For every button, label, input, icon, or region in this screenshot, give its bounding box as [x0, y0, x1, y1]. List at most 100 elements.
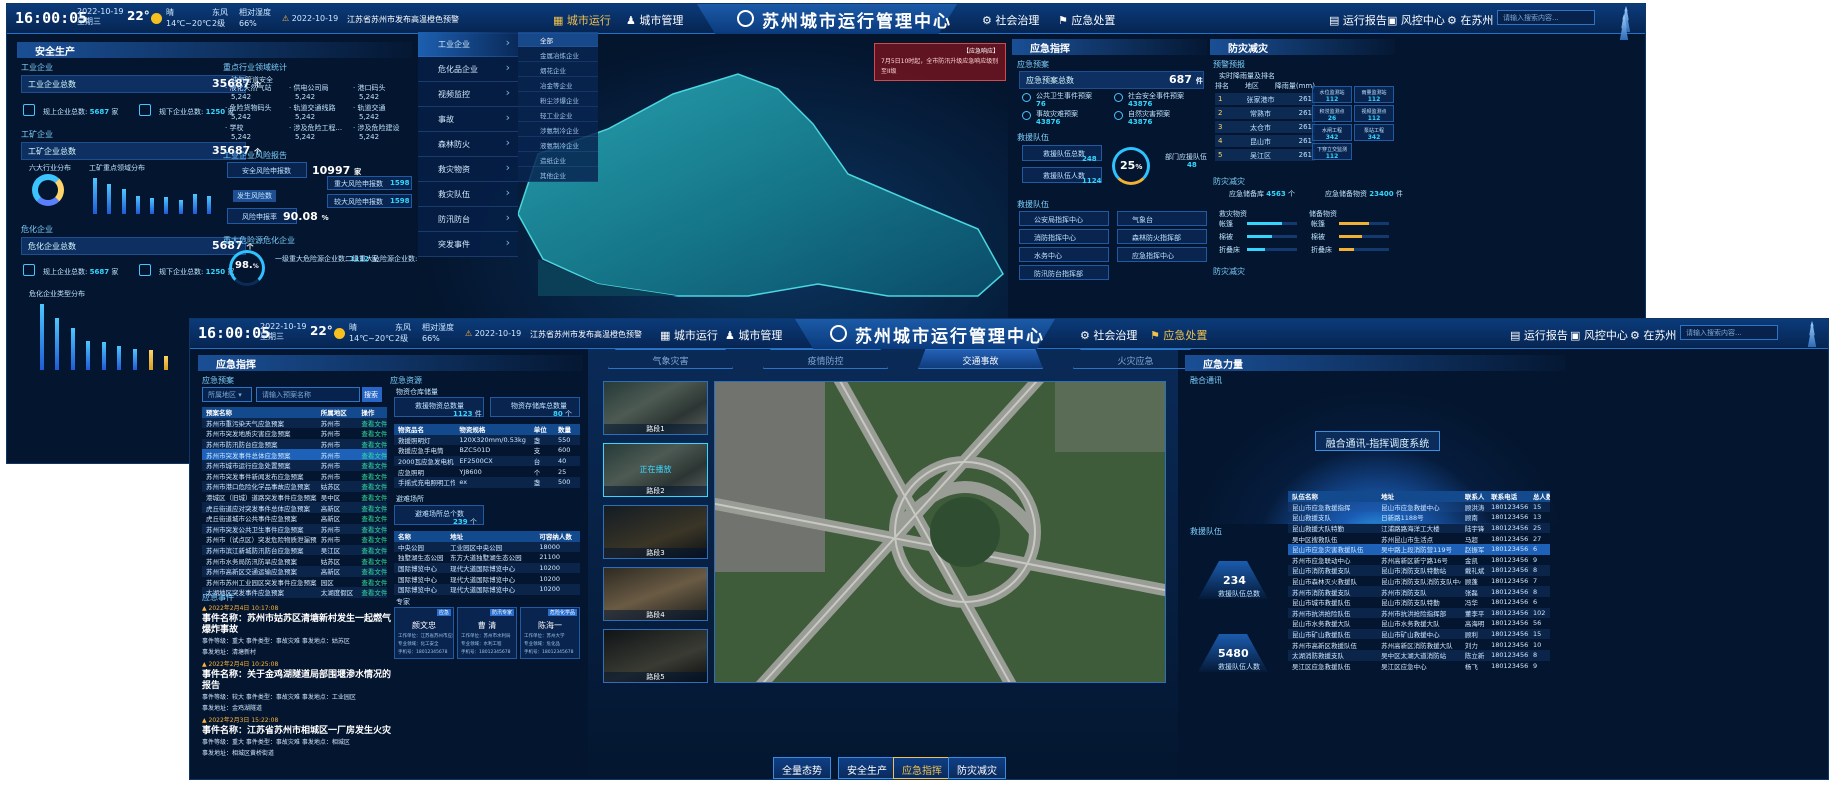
search-input[interactable]: 请输入搜索内容...: [1680, 325, 1778, 340]
force-item[interactable]: 消防指挥中心: [1019, 229, 1109, 244]
submenu-item[interactable]: 轻工业企业: [518, 107, 598, 122]
table-row[interactable]: 苏州市突发地质灾害应急预案 苏州市 查看文件: [202, 428, 387, 439]
menu-item-hazchem[interactable]: 危化品企业: [418, 57, 518, 82]
table-row[interactable]: 虎丘街道城市公共事件应急预案 高新区 查看文件: [202, 513, 387, 524]
table-row[interactable]: 苏州市防汛防台应急预案 苏州市 查看文件: [202, 438, 387, 450]
bottom-tab-safety[interactable]: 安全生产: [838, 757, 896, 779]
view-link[interactable]: 查看文件: [357, 428, 387, 438]
view-link[interactable]: 查看文件: [357, 439, 387, 449]
view-link[interactable]: 查看文件: [357, 450, 387, 460]
view-link[interactable]: 查看文件: [357, 513, 387, 523]
table-row[interactable]: 苏州市突发事件新闻发布应急预案 苏州市 查看文件: [202, 471, 387, 482]
event-item[interactable]: ▲ 2022年2月3日 15:22:08 事件名称：江苏省苏州市相城区一厂房发生火…: [202, 715, 392, 759]
submenu-item[interactable]: 全部: [518, 32, 598, 47]
table-row[interactable]: 2000瓦应急发电机 EF2500CX 台 40: [394, 455, 580, 467]
view-link[interactable]: 查看文件: [357, 566, 387, 576]
table-row[interactable]: 独墅湖生态公园 东方大道独墅湖生态公园 21100: [394, 552, 580, 563]
menu-item-accident[interactable]: 事故: [418, 107, 518, 132]
menu-item-forest-fire[interactable]: 森林防火: [418, 132, 518, 157]
nav-social-governance[interactable]: ⚙ 社会治理: [982, 12, 1039, 28]
table-row[interactable]: 苏州市（试点区）突发危险物质泄漏预案 苏州市 查看文件: [202, 534, 387, 545]
tab-weather[interactable]: 气象灾害: [608, 349, 733, 369]
area-select[interactable]: 所属地区 ▾: [202, 387, 252, 402]
table-row[interactable]: 苏州市水务局防汛防旱应急预案 姑苏区 查看文件: [202, 555, 387, 566]
camera-thumb-3[interactable]: 路段3: [603, 505, 708, 559]
table-row[interactable]: 中央公园 工业园区中央公园 18000: [394, 541, 580, 553]
table-row[interactable]: 昆山市森林灭火救援队 昆山市消防支队消防支队中心顾蓬 18012345678 7: [1288, 576, 1550, 587]
tab-traffic[interactable]: 交通事故: [918, 349, 1043, 369]
force-item[interactable]: 森林防火指挥部: [1117, 229, 1207, 244]
view-link[interactable]: 查看文件: [357, 481, 387, 491]
view-link[interactable]: 查看文件: [357, 524, 387, 534]
table-row[interactable]: 苏州市抗洪抢险队伍 苏州市抗洪抢险指挥部 董李平 18012345678 102: [1288, 607, 1550, 619]
nav-risk[interactable]: ▣ 风控中心: [1570, 327, 1628, 343]
view-link[interactable]: 查看文件: [357, 577, 387, 587]
view-link[interactable]: 查看文件: [357, 418, 387, 428]
plan-search-input[interactable]: 请输入预案名称: [256, 387, 360, 402]
location[interactable]: ⚙ 在苏州: [1630, 327, 1676, 343]
table-row[interactable]: 苏州市港口危险化学品事故应急预案 姑苏区 查看文件: [202, 481, 387, 492]
table-row[interactable]: 应急照明 YJ8600 个 25: [394, 466, 580, 477]
table-row[interactable]: 太湖消防救援支队 吴中区太湖大道消防站 陈立新 18012345678 8: [1288, 649, 1550, 661]
camera-thumb-2[interactable]: 正在播放 路段2: [603, 443, 708, 497]
table-row[interactable]: 昆山市城市救援队伍 昆山市消防支队特勤 冯华 18012345678 6: [1288, 597, 1550, 608]
table-row[interactable]: 苏州市应急联动中心 苏州高新区新宁路16号 金凯 18012345678 9: [1288, 555, 1550, 566]
bottom-tab-overview[interactable]: 全量态势: [773, 757, 831, 779]
view-link[interactable]: 查看文件: [357, 503, 387, 513]
force-item[interactable]: 气象台: [1117, 211, 1207, 226]
nav-city-management[interactable]: ♟ 城市管理: [725, 327, 782, 343]
search-input[interactable]: 请输入搜索内容...: [1497, 10, 1595, 25]
submenu-item[interactable]: 粉尘涉爆企业: [518, 92, 598, 107]
table-row[interactable]: 吴江区应急救援队伍 吴江区应急中心 杨飞 18012345678 9: [1288, 661, 1550, 672]
table-row[interactable]: 昆山市矿山救援队伍 昆山市矿山救援中心 顾利 18012345678 15: [1288, 628, 1550, 640]
monitor-tile[interactable]: 泵站工程 342: [1354, 124, 1394, 141]
view-link[interactable]: 查看文件: [357, 556, 387, 566]
nav-report[interactable]: ▤ 运行报告: [1329, 12, 1387, 28]
plan-search-button[interactable]: 搜索: [362, 387, 382, 402]
monitor-tile[interactable]: 水位监测站 112: [1312, 86, 1352, 103]
table-row[interactable]: 虎丘街道应对突发事件总体应急预案 高新区 查看文件: [202, 502, 387, 513]
tab-epidemic[interactable]: 疫情防控: [763, 349, 888, 369]
bottom-tab-command[interactable]: 应急指挥: [893, 757, 951, 779]
nav-city-operation[interactable]: ▦ 城市运行: [660, 327, 718, 343]
view-link[interactable]: 查看文件: [357, 492, 387, 502]
table-row[interactable]: 昆山市消防救援支队 昆山市消防支队特勤站 戴礼斌 18012345678 8: [1288, 565, 1550, 576]
nav-report[interactable]: ▤ 运行报告: [1510, 327, 1568, 343]
nav-emergency[interactable]: ⚑ 应急处置: [1150, 327, 1207, 343]
submenu-item[interactable]: 涉氨制冷企业: [518, 122, 598, 137]
nav-emergency[interactable]: ⚑ 应急处置: [1058, 12, 1115, 28]
table-row[interactable]: 手摇式充电照明工作灯 ex 盏 500: [394, 476, 580, 488]
nav-risk[interactable]: ▣ 风控中心: [1387, 12, 1445, 28]
monitor-tile[interactable]: 雨量监测站 112: [1354, 86, 1394, 103]
menu-item-incident[interactable]: 突发事件: [418, 232, 518, 257]
monitor-tile[interactable]: 积涝监测点 26: [1312, 105, 1352, 122]
menu-item-industry[interactable]: 工业企业: [418, 32, 518, 57]
table-row[interactable]: 救援照明灯 120X320mm/0.53kg 盏 550: [394, 434, 580, 446]
location[interactable]: ⚙ 在苏州: [1447, 12, 1493, 28]
table-row[interactable]: 昆山市应急灾害救援队伍 吴中路上段消防营119号 赵振军 18012345678 6: [1288, 543, 1550, 555]
nav-city-operation[interactable]: ▦ 城市运行: [553, 12, 611, 28]
submenu-item[interactable]: 冶金等企业: [518, 77, 598, 92]
nav-social-governance[interactable]: ⚙ 社会治理: [1080, 327, 1137, 343]
table-row[interactable]: 苏州市消防救援支队 苏州市消防支队 张磊 18012345678 8: [1288, 586, 1550, 597]
table-row[interactable]: 苏州市突发事件总体应急预案 苏州市 查看文件: [202, 449, 387, 460]
view-link[interactable]: 查看文件: [357, 534, 387, 544]
comm-system-title[interactable]: 融合通讯-指挥调度系统: [1315, 431, 1440, 451]
submenu-item[interactable]: 烟花企业: [518, 62, 598, 77]
menu-item-relief-teams[interactable]: 救灾队伍: [418, 182, 518, 207]
force-item[interactable]: 公安局指挥中心: [1019, 211, 1109, 226]
view-link[interactable]: 查看文件: [357, 545, 387, 555]
monitor-tile[interactable]: 下穿立交监测 112: [1312, 143, 1352, 160]
submenu-item[interactable]: 造纸企业: [518, 152, 598, 167]
view-link[interactable]: 查看文件: [357, 460, 387, 470]
menu-item-video[interactable]: 视频监控: [418, 82, 518, 107]
table-row[interactable]: 昆山市水务救援大队 昆山市水务救援大队 高海明 18012345678 56: [1288, 618, 1550, 629]
menu-item-relief-goods[interactable]: 救灾物资: [418, 157, 518, 182]
monitor-tile[interactable]: 视频监测点 112: [1354, 105, 1394, 122]
table-row[interactable]: 苏州市城市运行应急处置预案 苏州市 查看文件: [202, 459, 387, 471]
emergency-alarm[interactable]: 【应急响应】 7月5日10时起，全市防汛升级应急响应级别至II级: [874, 43, 1006, 81]
monitor-tile[interactable]: 水闸工程 342: [1312, 124, 1352, 141]
table-row[interactable]: 苏州市高新区救援队伍 苏州高新区消防救援大队 刘力 18012345678 10: [1288, 639, 1550, 650]
camera-thumb-4[interactable]: 路段4: [603, 567, 708, 621]
expert-card[interactable]: 危险化学品 陈海一 工作单位：苏州大学 专业领域：危化品 手机号：18012345678: [520, 607, 580, 659]
